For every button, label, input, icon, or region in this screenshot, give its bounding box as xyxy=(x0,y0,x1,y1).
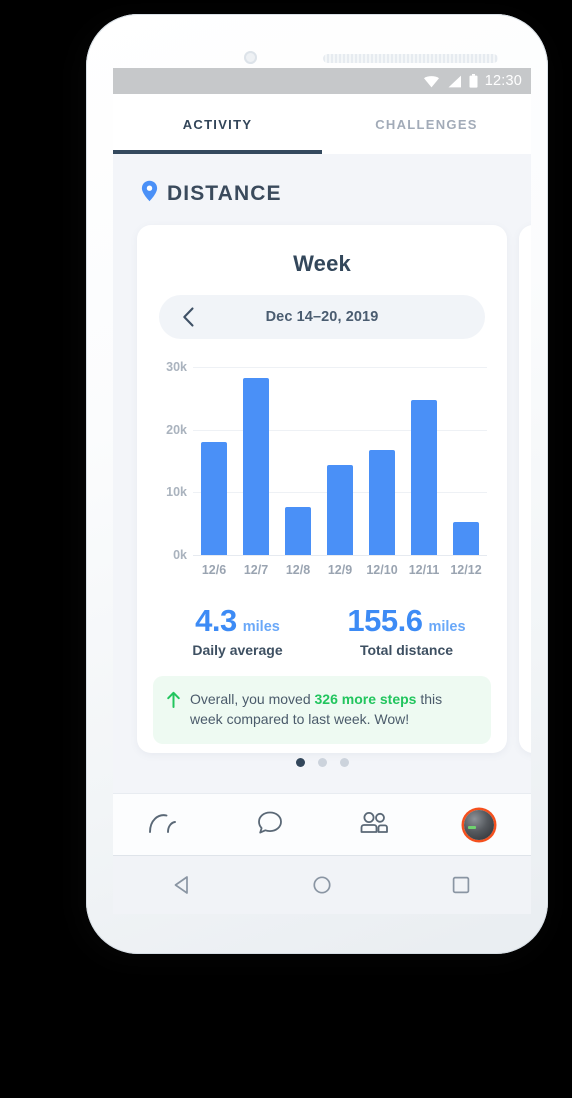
bar-slot[interactable]: 12/7 xyxy=(235,367,277,577)
chart-bars: 12/6 12/7 12/8 12/9 12/10 12/11 12/12 xyxy=(193,367,487,577)
chart-bar[interactable] xyxy=(369,449,395,555)
x-axis-tick-label: 12/9 xyxy=(327,563,353,577)
x-axis-tick-label: 12/7 xyxy=(243,563,269,577)
chart-bar[interactable] xyxy=(243,377,269,555)
carousel-pager xyxy=(137,757,507,767)
stat-value: 155.6 xyxy=(347,603,423,638)
chart-bar[interactable] xyxy=(201,442,227,555)
x-axis-tick-label: 12/10 xyxy=(366,563,398,577)
bottom-navigation-bar xyxy=(113,793,531,856)
y-axis-tick-label: 30k xyxy=(166,360,187,374)
bar-slot[interactable]: 12/8 xyxy=(277,367,319,577)
distance-bar-chart: 0k 10k 20k 30k 12/6 12/7 12/8 12/9 12/10 12/11 12… xyxy=(153,360,489,583)
bar-slot[interactable]: 12/9 xyxy=(319,367,361,577)
bar-slot[interactable]: 12/6 xyxy=(193,367,235,577)
page-title: DISTANCE xyxy=(167,181,282,205)
profile-avatar xyxy=(463,810,494,840)
pager-dot[interactable] xyxy=(295,757,305,767)
x-axis-tick-label: 12/11 xyxy=(408,563,440,577)
tab-bar: ACTIVITY CHALLENGES xyxy=(113,94,531,154)
pager-dot[interactable] xyxy=(339,757,349,767)
stats-row: 4.3 miles Daily average 155.6 miles Tota… xyxy=(137,603,507,658)
bar-slot[interactable]: 12/12 xyxy=(445,367,487,577)
arrow-up-icon xyxy=(166,691,181,730)
stat-value: 4.3 xyxy=(195,603,237,638)
friends-icon xyxy=(358,811,390,840)
chart-bar[interactable] xyxy=(327,465,353,555)
stat-total-distance: 155.6 miles Total distance xyxy=(322,603,491,658)
chart-plot-area: 0k 10k 20k 30k 12/6 12/7 12/8 12/9 12/10 12/11 12… xyxy=(166,360,487,577)
back-button[interactable] xyxy=(113,874,252,896)
nav-item-profile[interactable] xyxy=(427,810,532,840)
stat-label: Total distance xyxy=(359,642,454,658)
stat-unit: miles xyxy=(242,619,280,635)
recents-button[interactable] xyxy=(392,874,531,896)
battery-icon xyxy=(469,74,478,88)
y-axis-tick-label: 0k xyxy=(173,548,187,562)
location-pin-icon xyxy=(141,180,158,207)
chart-bar[interactable] xyxy=(411,400,437,555)
date-range-selector[interactable]: Dec 14–20, 2019 xyxy=(159,295,485,339)
nav-item-friends[interactable] xyxy=(322,811,427,840)
chart-bar[interactable] xyxy=(285,506,311,555)
card-carousel[interactable]: Week Dec 14–20, 2019 0k 10k 20k 30k 12/6 12/… xyxy=(113,225,531,767)
stat-unit: miles xyxy=(428,619,466,635)
stat-daily-average: 4.3 miles Daily average xyxy=(153,603,322,658)
chat-icon xyxy=(257,810,283,841)
x-axis-tick-label: 12/8 xyxy=(285,563,311,577)
tab-challenges[interactable]: CHALLENGES xyxy=(322,94,531,154)
pager-dot[interactable] xyxy=(317,757,327,767)
android-navigation-bar xyxy=(113,855,531,914)
y-axis-tick-label: 10k xyxy=(166,485,187,500)
next-card-peek[interactable] xyxy=(519,225,531,753)
nav-item-chat[interactable] xyxy=(218,810,323,841)
earpiece-speaker xyxy=(323,54,498,63)
chart-bar[interactable] xyxy=(453,522,479,555)
distance-card: Week Dec 14–20, 2019 0k 10k 20k 30k 12/6 12/… xyxy=(137,225,507,767)
section-header: DISTANCE xyxy=(113,154,531,207)
wifi-icon xyxy=(423,75,440,88)
tab-activity[interactable]: ACTIVITY xyxy=(113,94,322,154)
nav-item-dashboard[interactable] xyxy=(113,811,218,840)
date-range-label: Dec 14–20, 2019 xyxy=(265,309,379,325)
signal-icon xyxy=(447,75,462,88)
card-title: Week xyxy=(293,251,351,276)
x-axis-tick-label: 12/6 xyxy=(201,563,227,577)
bar-slot[interactable]: 12/10 xyxy=(361,367,403,577)
bar-slot[interactable]: 12/11 xyxy=(403,367,445,577)
y-axis-tick-label: 20k xyxy=(166,422,187,437)
phone-screen: 12:30 ACTIVITY CHALLENGES DISTANCE Week xyxy=(113,68,531,914)
tab-active-indicator xyxy=(113,150,322,154)
home-circle-icon xyxy=(313,876,331,894)
insight-text: Overall, you moved 326 more steps this w… xyxy=(190,691,443,728)
chevron-left-icon[interactable] xyxy=(173,302,203,332)
home-button[interactable] xyxy=(252,874,391,896)
stat-label: Daily average xyxy=(192,642,283,658)
insight-banner: Overall, you moved 326 more steps this w… xyxy=(153,676,491,744)
front-camera-icon xyxy=(244,51,257,64)
recents-square-icon xyxy=(453,876,470,894)
dashboard-icon xyxy=(148,811,182,840)
status-bar: 12:30 xyxy=(113,68,531,94)
back-triangle-icon xyxy=(174,876,188,894)
status-time: 12:30 xyxy=(484,73,522,89)
x-axis-tick-label: 12/12 xyxy=(450,563,482,577)
gridline xyxy=(193,555,487,556)
insight-highlight: 326 more steps xyxy=(314,691,417,707)
